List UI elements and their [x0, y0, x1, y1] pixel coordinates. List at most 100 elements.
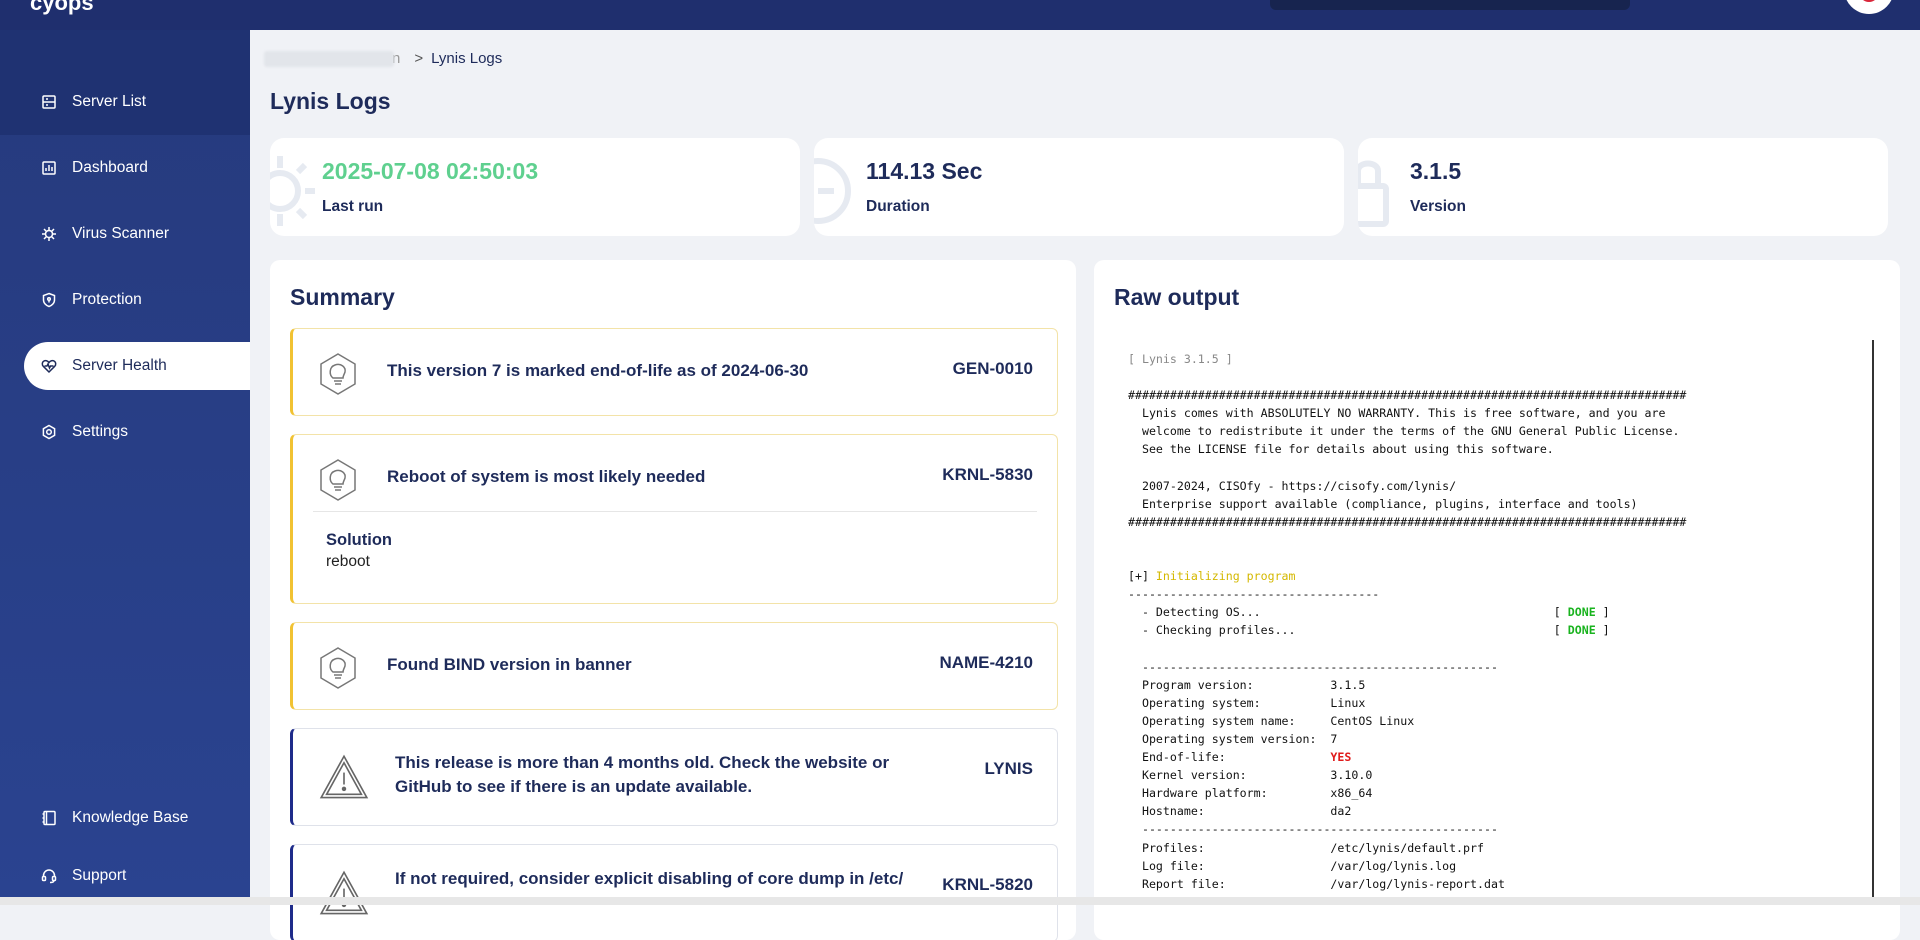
log-line: [+] — [1128, 569, 1156, 584]
headset-icon — [40, 867, 58, 885]
sidebar-item-label: Knowledge Base — [72, 809, 189, 826]
sidebar: Server List Dashboard Virus Scanner Prot… — [0, 30, 250, 905]
log-line: Kernel version: 3.10.0 — [1128, 768, 1373, 783]
server-list-icon — [40, 93, 58, 111]
clock-icon — [814, 158, 851, 224]
sidebar-item-settings[interactable]: Settings — [24, 408, 250, 456]
stat-label: Last run — [322, 198, 384, 215]
log-line: Hardware platform: x86_64 — [1128, 786, 1373, 801]
stat-value: 114.13 Sec — [866, 158, 983, 184]
breadcrumb-current: Lynis Logs — [431, 50, 503, 67]
stat-value: 2025-07-08 02:50:03 — [322, 158, 539, 184]
sidebar-item-protection[interactable]: Protection — [24, 276, 250, 324]
log-line: Operating system name: CentOS Linux — [1128, 713, 1415, 728]
log-section-title: Initializing program — [1155, 569, 1296, 584]
lightbulb-icon — [320, 459, 356, 501]
summary-item-text: Found BIND version in banner — [387, 655, 632, 674]
log-line: Program version: 3.1.5 — [1128, 677, 1366, 692]
summary-item[interactable]: Found BIND version in banner NAME-4210 — [290, 622, 1058, 710]
summary-item-code: NAME-4210 — [939, 653, 1033, 672]
summary-item[interactable]: Reboot of system is most likely needed K… — [290, 434, 1058, 604]
main-content: n > Lynis Logs Lynis Logs 2025-07-08 02:… — [250, 30, 1920, 940]
raw-output-panel: Raw output [ Lynis 3.1.5 ] #############… — [1094, 260, 1900, 940]
log-line: welcome to redistribute it under the ter… — [1128, 424, 1680, 439]
solution-text: reboot — [326, 553, 370, 570]
summary-item-code: KRNL-5830 — [942, 465, 1033, 484]
summary-item-text: If not required, consider explicit disab… — [395, 869, 904, 888]
stat-card-duration: 114.13 Sec Duration — [814, 138, 1344, 236]
log-line: Profiles: /etc/lynis/default.prf — [1128, 840, 1484, 855]
page-title: Lynis Logs — [270, 88, 391, 114]
logo: cyops — [30, 0, 94, 15]
avatar[interactable] — [1844, 0, 1894, 14]
sidebar-item-label: Protection — [72, 291, 142, 308]
avatar-heart-icon — [1859, 0, 1879, 2]
breadcrumb-redacted[interactable] — [264, 50, 394, 67]
sidebar-item-server-list[interactable]: Server List — [24, 78, 250, 126]
log-line: Report file: /var/log/lynis-report.dat — [1128, 876, 1505, 891]
log-line: Log file: /var/log/lynis.log — [1128, 858, 1457, 873]
log-line: ----------------------------------------… — [1128, 659, 1498, 674]
warning-icon — [319, 870, 369, 915]
lightbulb-icon — [320, 647, 356, 689]
log-line: - Detecting OS... [ — [1128, 605, 1568, 620]
sidebar-item-label: Settings — [72, 423, 129, 440]
stat-card-last-run: 2025-07-08 02:50:03 Last run — [270, 138, 800, 236]
log-line: - Checking profiles... [ — [1128, 623, 1568, 638]
stat-label: Version — [1410, 198, 1466, 215]
virus-icon — [40, 225, 58, 243]
solution-title: Solution — [326, 531, 392, 549]
bottom-bar — [0, 897, 1920, 905]
log-line: Operating system: Linux — [1128, 695, 1366, 710]
breadcrumb-separator: > — [414, 50, 424, 67]
summary-item-text: This version 7 is marked end-of-life as … — [387, 361, 809, 380]
summary-item-text: Reboot of system is most likely needed — [387, 467, 706, 486]
summary-panel: Summary This version 7 is marked end-of-… — [270, 260, 1076, 940]
raw-output-log[interactable]: [ Lynis 3.1.5 ] ########################… — [1114, 340, 1874, 900]
sidebar-item-support[interactable]: Support — [24, 852, 250, 900]
log-line: End-of-life: — [1128, 750, 1331, 765]
sidebar-item-dashboard[interactable]: Dashboard — [24, 144, 250, 192]
breadcrumb: n > Lynis Logs — [264, 50, 502, 67]
heart-icon — [40, 357, 58, 375]
log-line: Operating system version: 7 — [1128, 731, 1338, 746]
sidebar-item-server-health[interactable]: Server Health — [24, 342, 250, 390]
sidebar-item-label: Server List — [72, 93, 147, 110]
top-bar: cyops — [0, 0, 1920, 30]
stat-card-version: 3.1.5 Version — [1358, 138, 1888, 236]
gear-icon — [40, 423, 58, 441]
log-line: 2007-2024, CISOfy - https://cisofy.com/l… — [1128, 478, 1457, 493]
summary-item[interactable]: If not required, consider explicit disab… — [290, 844, 1058, 940]
lock-icon — [1358, 160, 1389, 227]
gear-icon — [270, 156, 315, 226]
log-line: ------------------------------------ — [1128, 587, 1380, 602]
log-status-done: DONE — [1567, 623, 1596, 638]
summary-item[interactable]: This version 7 is marked end-of-life as … — [290, 328, 1058, 416]
summary-item-code: KRNL-5820 — [942, 875, 1033, 894]
log-status-done: DONE — [1567, 605, 1596, 620]
summary-item-text: This release is more than 4 months old. … — [395, 753, 890, 796]
book-icon — [40, 809, 58, 827]
log-line: [ Lynis 3.1.5 ] — [1128, 352, 1233, 366]
stat-value: 3.1.5 — [1410, 158, 1462, 184]
sidebar-item-virus-scanner[interactable]: Virus Scanner — [24, 210, 250, 258]
sidebar-item-label: Server Health — [72, 357, 167, 374]
divider — [313, 511, 1037, 512]
raw-output-title: Raw output — [1114, 284, 1240, 310]
log-line: ----------------------------------------… — [1128, 822, 1498, 837]
log-value-eol: YES — [1330, 750, 1352, 765]
summary-item-code: GEN-0010 — [952, 359, 1033, 378]
log-line: ########################################… — [1128, 514, 1687, 529]
sidebar-item-knowledge-base[interactable]: Knowledge Base — [24, 794, 250, 842]
log-line: Enterprise support available (compliance… — [1128, 496, 1638, 511]
warning-icon — [319, 754, 369, 799]
dashboard-icon — [40, 159, 58, 177]
log-line: See the LICENSE file for details about u… — [1128, 442, 1554, 457]
stat-label: Duration — [866, 198, 930, 215]
search-input[interactable] — [1270, 0, 1630, 10]
summary-item[interactable]: This release is more than 4 months old. … — [290, 728, 1058, 826]
shield-icon — [40, 291, 58, 309]
summary-item-code: LYNIS — [984, 759, 1033, 778]
sidebar-item-label: Virus Scanner — [72, 225, 170, 242]
sidebar-item-label: Dashboard — [72, 159, 148, 176]
